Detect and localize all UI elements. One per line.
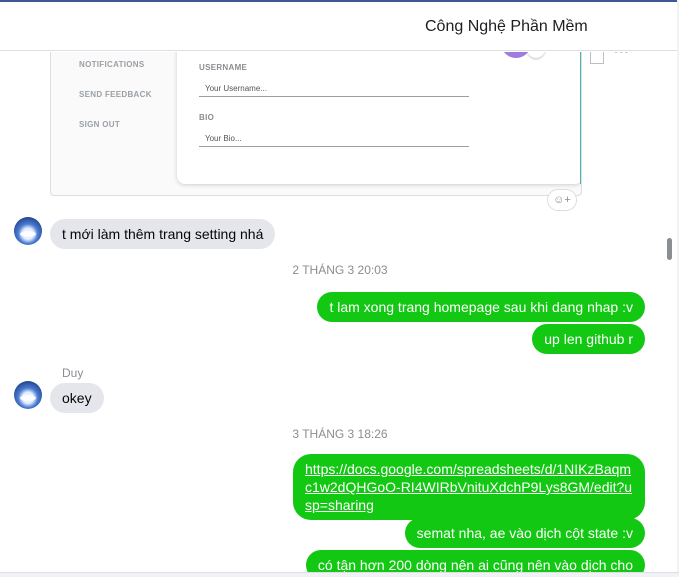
sender-name: Duy — [62, 366, 84, 380]
field-underline — [199, 146, 469, 147]
incoming-message[interactable]: t mới làm thêm trang setting nhá — [50, 219, 276, 249]
chat-header: Công Nghệ Phần Mềm — [0, 2, 679, 51]
profile-picture — [501, 52, 531, 58]
image-edge — [580, 52, 581, 184]
add-reaction-icon[interactable]: ☺+ — [547, 189, 577, 211]
outgoing-message[interactable]: semat nha, ae vào dịch cột state :v — [404, 518, 645, 548]
outgoing-message[interactable]: có tận hơn 200 dòng nên ai cũng nên vào … — [305, 550, 645, 572]
timestamp: 3 THÁNG 3 18:26 — [292, 427, 388, 441]
nav-item-notifications: NOTIFICATIONS — [79, 60, 145, 69]
spreadsheet-link[interactable]: https://docs.google.com/spreadsheets/d/1… — [305, 461, 632, 513]
outgoing-message[interactable]: t lam xong trang homepage sau khi dang n… — [317, 292, 645, 322]
field-underline — [199, 96, 469, 97]
avatar[interactable] — [14, 381, 42, 409]
nav-item-sign-out: SIGN OUT — [79, 120, 121, 129]
chat-scrollbar[interactable] — [663, 52, 677, 572]
message-list[interactable]: NOTIFICATIONS SEND FEEDBACK SIGN OUT USE… — [0, 52, 660, 572]
nav-item-send-feedback: SEND FEEDBACK — [79, 90, 152, 99]
conversation-title: Công Nghệ Phần Mềm — [425, 18, 588, 35]
outgoing-message[interactable]: up len github r — [532, 324, 645, 354]
settings-card: USERNAME Your Username... BIO Your Bio..… — [177, 52, 581, 184]
edit-icon: ✎ — [527, 52, 545, 58]
share-icon[interactable] — [590, 52, 604, 64]
username-placeholder: Your Username... — [205, 84, 267, 93]
timestamp: 2 THÁNG 3 20:03 — [292, 263, 388, 277]
scrollbar-thumb[interactable] — [667, 238, 672, 260]
shared-image[interactable]: NOTIFICATIONS SEND FEEDBACK SIGN OUT USE… — [50, 52, 582, 196]
outgoing-link-message[interactable]: https://docs.google.com/spreadsheets/d/1… — [293, 454, 645, 520]
bio-label: BIO — [199, 113, 215, 122]
incoming-message[interactable]: okey — [50, 383, 104, 413]
bio-placeholder: Your Bio... — [205, 134, 242, 143]
username-label: USERNAME — [199, 63, 248, 72]
avatar[interactable] — [14, 217, 42, 245]
more-options-icon[interactable]: ••• — [614, 52, 630, 58]
composer-edge — [0, 572, 679, 577]
